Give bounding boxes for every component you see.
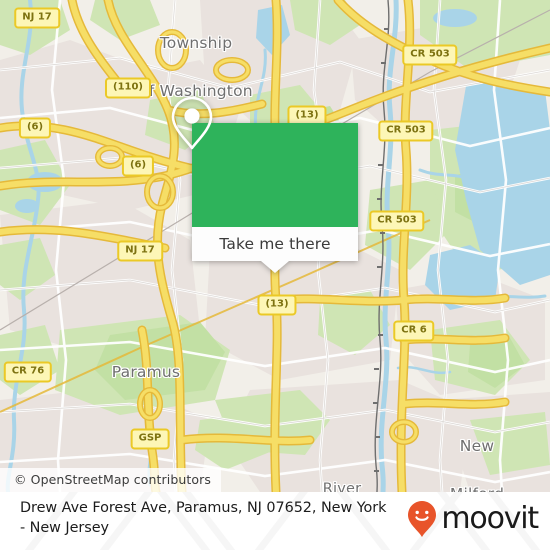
- road-shield-cr-503-south: CR 503: [369, 210, 425, 232]
- take-me-there-button[interactable]: Take me there: [192, 227, 358, 273]
- road-shield-gsp: GSP: [130, 428, 170, 450]
- moovit-logo[interactable]: moovit: [407, 500, 539, 538]
- road-shield-route-6-west: (6): [18, 117, 52, 139]
- road-shield-route-110: (110): [104, 77, 152, 99]
- address-line-2: - New Jersey: [20, 520, 110, 537]
- moovit-smiley-pin-icon: [408, 501, 437, 537]
- location-pin-icon: [171, 96, 213, 150]
- address-text: Drew Ave Forest Ave, Paramus, NJ 07652, …: [20, 498, 387, 539]
- road-shield-cr-503-north: CR 503: [402, 44, 458, 66]
- take-me-there-card[interactable]: Take me there: [171, 96, 358, 273]
- footer-bar: Drew Ave Forest Ave, Paramus, NJ 07652, …: [0, 492, 550, 550]
- road-shield-cr-76: CR 76: [3, 361, 53, 383]
- address-line-1: Drew Ave Forest Ave, Paramus, NJ 07652, …: [20, 500, 387, 516]
- road-shield-route-6-mid: (6): [121, 155, 155, 177]
- osm-attribution[interactable]: © OpenStreetMap contributors: [0, 468, 222, 492]
- road-shield-nj-17-south: NJ 17: [117, 240, 163, 262]
- map-canvas[interactable]: Township of Washington Paramus New Milfo…: [0, 0, 550, 492]
- card-pointer-tail: [261, 261, 289, 273]
- take-me-there-label: Take me there: [219, 235, 331, 253]
- road-shield-cr-503-mid: CR 503: [378, 120, 434, 142]
- road-shield-cr-6: CR 6: [393, 320, 435, 342]
- road-shield-nj-17-north: NJ 17: [14, 7, 60, 29]
- card-icon-area: [171, 96, 358, 227]
- road-shield-route-13-south: (13): [257, 294, 297, 316]
- moovit-wordmark: moovit: [441, 501, 539, 536]
- footer-content: Drew Ave Forest Ave, Paramus, NJ 07652, …: [0, 492, 550, 550]
- moovit-map-screen: Township of Washington Paramus New Milfo…: [0, 0, 550, 550]
